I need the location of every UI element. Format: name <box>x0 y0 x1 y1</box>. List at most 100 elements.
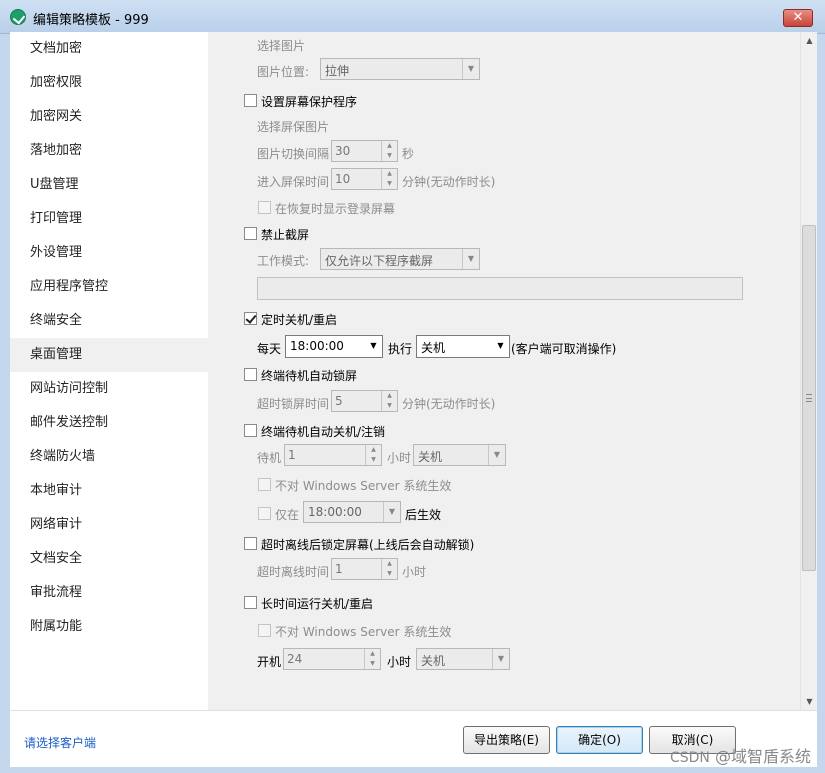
spin-up-icon[interactable]: ▲ <box>382 169 397 179</box>
ok-button[interactable]: 确定(O) <box>556 726 643 754</box>
sidebar-item-desktop[interactable]: 桌面管理 <box>10 338 208 372</box>
work-mode-label: 工作模式: <box>257 254 310 268</box>
sidebar-item-approval[interactable]: 审批流程 <box>10 576 208 610</box>
shutdown-time-value: 18:00:00 <box>290 339 344 353</box>
long-run-action-select[interactable]: 关机 ▼ <box>416 648 510 670</box>
chevron-down-icon: ▼ <box>497 341 504 350</box>
window-frame-left <box>0 34 10 773</box>
idle-action-select[interactable]: 关机 ▼ <box>413 444 506 466</box>
enter-time-label: 进入屏保时间 <box>257 175 330 189</box>
offline-timeout-unit: 小时 <box>402 565 427 579</box>
scroll-down-icon[interactable]: ▼ <box>801 693 818 710</box>
spin-up-icon[interactable]: ▲ <box>382 141 397 151</box>
long-run-action-value: 关机 <box>421 654 446 668</box>
spin-down-icon[interactable]: ▼ <box>382 569 397 579</box>
switch-interval-value: 30 <box>335 144 351 158</box>
only-at-checkbox[interactable] <box>258 507 271 520</box>
sidebar-item-peripheral[interactable]: 外设管理 <box>10 236 208 270</box>
close-button[interactable]: ✕ <box>783 9 813 27</box>
chevron-down-icon: ▼ <box>462 59 479 79</box>
offline-timeout-label: 超时离线时间 <box>257 565 330 579</box>
sidebar-item-app-control[interactable]: 应用程序管控 <box>10 270 208 304</box>
standby-hours-value: 1 <box>288 448 296 462</box>
boot-hours-spinner[interactable]: 24 ▲ ▼ <box>283 648 381 670</box>
chevron-down-icon: ▼ <box>488 445 505 465</box>
select-client-link[interactable]: 请选择客户端 <box>24 734 96 751</box>
long-run-not-windows-server-label: 不对 Windows Server 系统生效 <box>275 625 452 639</box>
grip-icon <box>806 394 812 402</box>
switch-interval-spinner[interactable]: 30 ▲ ▼ <box>331 140 398 162</box>
offline-timeout-spinner[interactable]: 1 ▲ ▼ <box>331 558 398 580</box>
offline-timeout-value: 1 <box>335 562 343 576</box>
shutdown-time-picker[interactable]: 18:00:00 ▼ <box>285 335 383 358</box>
allowed-programs-field[interactable] <box>257 277 743 300</box>
scroll-thumb[interactable] <box>802 225 816 571</box>
spin-down-icon[interactable]: ▼ <box>365 659 380 669</box>
show-login-checkbox[interactable] <box>258 201 271 214</box>
enter-time-value: 10 <box>335 172 351 186</box>
work-mode-select[interactable]: 仅允许以下程序截屏 ▼ <box>320 248 480 270</box>
window-frame-bottom <box>0 767 825 773</box>
image-position-select[interactable]: 拉伸 ▼ <box>320 58 480 80</box>
switch-interval-unit: 秒 <box>402 147 415 161</box>
standby-hours-label: 小时 <box>387 451 412 465</box>
spin-down-icon[interactable]: ▼ <box>366 455 381 465</box>
only-at-time-picker[interactable]: 18:00:00 ▼ <box>303 501 401 523</box>
spin-up-icon[interactable]: ▲ <box>382 391 397 401</box>
sidebar-item-mail-control[interactable]: 邮件发送控制 <box>10 406 208 440</box>
screensaver-checkbox[interactable] <box>244 94 257 107</box>
no-screenshot-checkbox[interactable] <box>244 227 257 240</box>
sidebar-item-doc-encrypt[interactable]: 文档加密 <box>10 32 208 66</box>
standby-hours-spinner[interactable]: 1 ▲ ▼ <box>284 444 382 466</box>
sidebar-item-firewall[interactable]: 终端防火墙 <box>10 440 208 474</box>
long-run-label: 长时间运行关机/重启 <box>261 597 374 611</box>
idle-lock-timeout-value: 5 <box>335 394 343 408</box>
sidebar-item-web-access[interactable]: 网站访问控制 <box>10 372 208 406</box>
category-sidebar: 文档加密 加密权限 加密网关 落地加密 U盘管理 打印管理 外设管理 应用程序管… <box>10 32 208 710</box>
watermark-suffix: @域智盾系统 <box>714 747 811 766</box>
sidebar-item-addons[interactable]: 附属功能 <box>10 610 208 644</box>
show-login-label: 在恢复时显示登录屏幕 <box>275 202 396 216</box>
spin-up-icon[interactable]: ▲ <box>366 445 381 455</box>
boot-label: 开机 <box>257 655 282 669</box>
export-policy-button[interactable]: 导出策略(E) <box>463 726 550 754</box>
chevron-down-icon: ▼ <box>383 502 400 522</box>
sidebar-item-encrypt-gateway[interactable]: 加密网关 <box>10 100 208 134</box>
switch-interval-label: 图片切换间隔 <box>257 147 330 161</box>
idle-not-windows-server-label: 不对 Windows Server 系统生效 <box>275 479 452 493</box>
sidebar-item-landing-encrypt[interactable]: 落地加密 <box>10 134 208 168</box>
offline-lock-checkbox[interactable] <box>244 537 257 550</box>
idle-not-windows-server-checkbox[interactable] <box>258 478 271 491</box>
idle-shutdown-checkbox[interactable] <box>244 424 257 437</box>
idle-lock-timeout-unit: 分钟(无动作时长) <box>402 397 496 411</box>
spin-down-icon[interactable]: ▼ <box>382 401 397 411</box>
scheduled-shutdown-label: 定时关机/重启 <box>261 313 338 327</box>
title-bar: 编辑策略模板 - 999 ✕ <box>0 0 825 34</box>
scroll-up-icon[interactable]: ▲ <box>801 32 818 49</box>
idle-lock-timeout-spinner[interactable]: 5 ▲ ▼ <box>331 390 398 412</box>
shutdown-action-select[interactable]: 关机 ▼ <box>416 335 510 358</box>
spin-down-icon[interactable]: ▼ <box>382 179 397 189</box>
shutdown-action-value: 关机 <box>421 341 446 355</box>
sidebar-item-local-audit[interactable]: 本地审计 <box>10 474 208 508</box>
content-scrollbar[interactable]: ▲ ▼ <box>800 32 817 710</box>
sidebar-item-print[interactable]: 打印管理 <box>10 202 208 236</box>
scheduled-shutdown-checkbox[interactable] <box>244 312 257 325</box>
idle-lock-timeout-label: 超时锁屏时间 <box>257 397 330 411</box>
no-screenshot-label: 禁止截屏 <box>261 228 310 242</box>
spin-up-icon[interactable]: ▲ <box>365 649 380 659</box>
boot-hours-label: 小时 <box>387 655 412 669</box>
sidebar-item-terminal-security[interactable]: 终端安全 <box>10 304 208 338</box>
enter-time-spinner[interactable]: 10 ▲ ▼ <box>331 168 398 190</box>
app-shield-icon <box>10 9 26 25</box>
screensaver-image-label: 选择屏保图片 <box>257 120 330 134</box>
sidebar-item-network-audit[interactable]: 网络审计 <box>10 508 208 542</box>
long-run-not-windows-server-checkbox[interactable] <box>258 624 271 637</box>
sidebar-item-doc-security[interactable]: 文档安全 <box>10 542 208 576</box>
spin-up-icon[interactable]: ▲ <box>382 559 397 569</box>
idle-lock-checkbox[interactable] <box>244 368 257 381</box>
spin-down-icon[interactable]: ▼ <box>382 151 397 161</box>
long-run-checkbox[interactable] <box>244 596 257 609</box>
sidebar-item-usb[interactable]: U盘管理 <box>10 168 208 202</box>
sidebar-item-encrypt-permission[interactable]: 加密权限 <box>10 66 208 100</box>
